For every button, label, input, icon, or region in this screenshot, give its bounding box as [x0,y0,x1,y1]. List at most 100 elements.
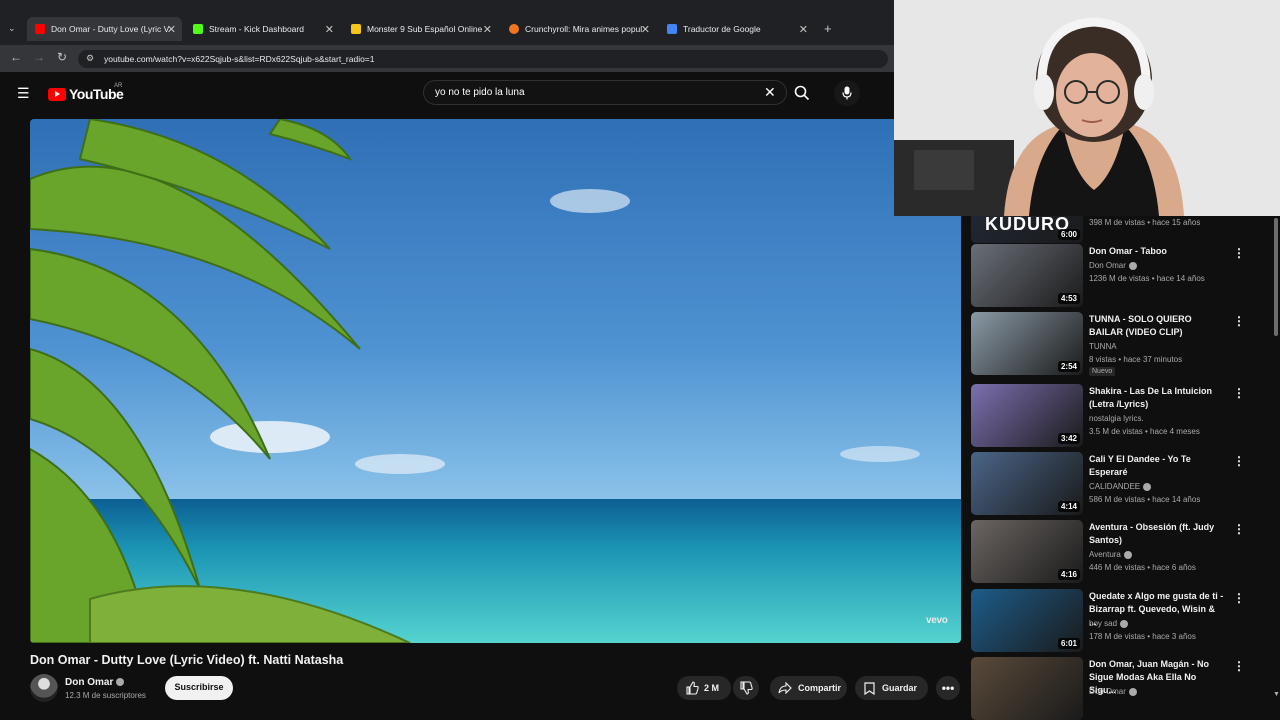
tab-title: Monster 9 Sub Español Online [367,24,483,34]
tab-title: Stream - Kick Dashboard [209,24,304,34]
verified-icon [1120,619,1129,628]
tab-youtube[interactable]: Don Omar - Dutty Love (Lyric V ✕ [27,17,182,41]
video-duration: 4:16 [1057,569,1080,580]
site-info-icon[interactable]: ⚙ [86,53,94,64]
video-channel[interactable]: Aventura [1089,550,1132,559]
tab-monster[interactable]: Monster 9 Sub Español Online ✕ [343,17,498,41]
like-button[interactable]: 2 M [677,676,731,700]
youtube-play-logo-icon [48,87,66,101]
video-title[interactable]: Cali Y El Dandee - Yo Te Esperaré [1089,453,1224,479]
recommendation-item[interactable]: 3:42 Shakira - Las De La Intuicion (Letr… [971,384,1261,448]
recommendation-item[interactable]: 4:16 Aventura - Obsesión (ft. Judy Santo… [971,520,1261,584]
tab-title: Crunchyroll: Mira animes popul [525,24,643,34]
more-actions-button[interactable]: ••• [936,676,960,700]
channel-avatar[interactable] [30,674,58,702]
channel-text: Aventura [1089,550,1121,559]
browser-toolbar: ← → ↻ ⚙ youtube.com/watch?v=x622Sqjub-s&… [0,45,894,72]
save-button[interactable]: Guardar [855,676,928,700]
crunchyroll-favicon-icon [509,24,519,34]
voice-search-button[interactable] [834,80,860,106]
more-vertical-icon[interactable]: ⋮ [1233,386,1245,400]
webcam-streamer-image [894,0,1280,216]
video-thumbnail[interactable]: 4:16 [971,520,1083,583]
video-thumbnail[interactable]: 4:14 [971,452,1083,515]
more-vertical-icon[interactable]: ⋮ [1233,659,1245,673]
recommendation-item[interactable]: Don Omar, Juan Magán - No Sigue Modas Ak… [971,657,1261,720]
video-channel[interactable]: Don Omar [1089,261,1137,270]
dislike-button[interactable] [733,676,759,700]
clear-search-icon[interactable]: ✕ [764,84,776,101]
recommendation-item[interactable]: 6:01 Quedate x Algo me gusta de ti - Biz… [971,589,1261,653]
video-thumbnail[interactable]: 6:01 [971,589,1083,652]
youtube-logo[interactable]: YouTube [48,86,124,102]
more-vertical-icon[interactable]: ⋮ [1233,454,1245,468]
video-thumbnail[interactable]: KUDURO 6:00 [971,216,1083,243]
microphone-icon [842,86,852,100]
subscriber-count: 12.3 M de suscriptores [65,691,146,700]
close-tab-icon[interactable]: ✕ [799,23,808,36]
tab-search-chevron-icon[interactable]: ⌄ [8,23,16,34]
more-vertical-icon[interactable]: ⋮ [1233,246,1245,260]
video-title[interactable]: Don Omar - Taboo [1089,245,1224,258]
video-thumbnail[interactable]: 2:54 [971,312,1083,375]
search-icon[interactable] [794,85,810,101]
more-vertical-icon[interactable]: ⋮ [1233,591,1245,605]
verified-icon [116,678,125,687]
country-code: AR [114,83,123,89]
video-duration: 4:53 [1057,293,1080,304]
video-channel[interactable]: Don Omar [1089,687,1137,696]
vevo-watermark: vevo [926,615,948,626]
reload-icon[interactable]: ↻ [57,50,67,64]
video-thumbnail[interactable]: 4:53 [971,244,1083,307]
recommendation-item[interactable]: 4:14 Cali Y El Dandee - Yo Te Esperaré C… [971,452,1261,516]
verified-icon [1123,550,1132,559]
recommendation-item[interactable]: 4:53 Don Omar - Taboo Don Omar 1236 M de… [971,244,1261,308]
video-title[interactable]: TUNNA - SOLO QUIERO BAILAR (VIDEO CLIP) [1089,313,1224,339]
monster-favicon-icon [351,24,361,34]
video-title[interactable]: Shakira - Las De La Intuicion (Letra /Ly… [1089,385,1224,411]
video-thumbnail[interactable] [971,657,1083,720]
search-input[interactable]: yo no te pido la luna [423,80,787,105]
recommendation-item[interactable]: 2:54 TUNNA - SOLO QUIERO BAILAR (VIDEO C… [971,312,1261,376]
thumbs-up-icon [686,681,699,695]
browser-tab-bar: ⌄ Don Omar - Dutty Love (Lyric V ✕ Strea… [0,0,894,45]
forward-arrow-icon[interactable]: → [33,50,45,64]
share-button[interactable]: Compartir [770,676,847,700]
video-channel[interactable]: TUNNA [1089,342,1117,351]
address-bar[interactable]: ⚙ youtube.com/watch?v=x622Sqjub-s&list=R… [78,50,888,68]
sidebar-scrollbar[interactable]: ▼ [1272,216,1280,720]
share-icon [778,682,792,694]
video-frame-beach [30,119,961,643]
close-tab-icon[interactable]: ✕ [325,23,334,36]
tab-translate[interactable]: Traductor de Google ✕ [659,17,814,41]
subscribe-button[interactable]: Suscribirse [165,676,233,700]
video-thumbnail[interactable]: 3:42 [971,384,1083,447]
video-title[interactable]: Aventura - Obsesión (ft. Judy Santos) [1089,521,1224,547]
video-duration: 6:00 [1057,229,1080,240]
recommendation-item[interactable]: KUDURO 6:00 398 M de vistas • hace 15 añ… [971,216,1261,244]
tab-title: Don Omar - Dutty Love (Lyric V [51,24,169,34]
recommendations-sidebar: KUDURO 6:00 398 M de vistas • hace 15 añ… [964,216,1270,720]
video-channel[interactable]: nostalgia lyrics. [1089,414,1144,423]
new-tab-icon[interactable]: + [824,21,832,36]
close-tab-icon[interactable]: ✕ [167,23,176,36]
video-duration: 2:54 [1057,361,1080,372]
tab-crunchyroll[interactable]: Crunchyroll: Mira animes popul ✕ [501,17,656,41]
close-tab-icon[interactable]: ✕ [483,23,492,36]
video-player[interactable] [30,119,961,643]
video-channel[interactable]: boy sad [1089,619,1129,628]
scrollbar-thumb[interactable] [1274,218,1278,336]
channel-name[interactable]: Don Omar [65,677,125,688]
video-title: Don Omar - Dutty Love (Lyric Video) ft. … [30,653,344,667]
tab-title: Traductor de Google [683,24,761,34]
close-tab-icon[interactable]: ✕ [641,23,650,36]
video-channel[interactable]: CALIDANDEE [1089,482,1152,491]
video-meta: 586 M de vistas • hace 14 años [1089,495,1201,504]
scroll-down-arrow-icon[interactable]: ▼ [1273,691,1280,698]
more-vertical-icon[interactable]: ⋮ [1233,522,1245,536]
menu-hamburger-icon[interactable]: ☰ [17,85,30,102]
tab-kick[interactable]: Stream - Kick Dashboard ✕ [185,17,340,41]
back-arrow-icon[interactable]: ← [10,50,22,64]
video-meta: 178 M de vistas • hace 3 años [1089,632,1196,641]
more-vertical-icon[interactable]: ⋮ [1233,314,1245,328]
